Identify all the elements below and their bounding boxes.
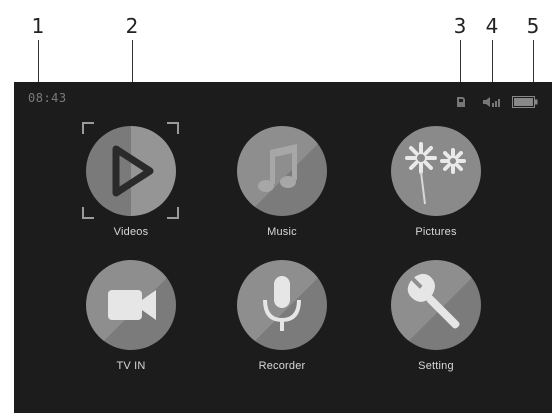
- pictures-icon-circle: [391, 126, 481, 216]
- app-videos[interactable]: Videos: [71, 126, 191, 238]
- microphone-icon: [263, 276, 301, 331]
- app-pictures[interactable]: Pictures: [376, 126, 496, 238]
- volume-icon: [483, 93, 501, 112]
- device-screen: 08:43 Videos Music Pictures TV IN Record…: [14, 82, 552, 413]
- setting-icon-circle: [391, 260, 481, 350]
- callout-5: 5: [526, 14, 540, 38]
- videos-icon-circle: [86, 126, 176, 216]
- callout-3: 3: [453, 14, 467, 38]
- play-icon: [112, 145, 154, 197]
- app-music[interactable]: Music: [222, 126, 342, 238]
- app-label-recorder: Recorder: [258, 360, 306, 372]
- app-label-setting: Setting: [418, 360, 454, 372]
- music-note-icon: [258, 144, 297, 192]
- app-recorder[interactable]: Recorder: [222, 260, 342, 372]
- wrench-icon: [407, 273, 460, 329]
- callout-1: 1: [31, 14, 45, 38]
- app-label-pictures: Pictures: [415, 226, 457, 238]
- recorder-icon-circle: [237, 260, 327, 350]
- app-label-music: Music: [267, 226, 297, 238]
- music-icon-circle: [237, 126, 327, 216]
- sd-card-icon: [456, 93, 466, 112]
- tv-in-icon-circle: [86, 260, 176, 350]
- callout-4: 4: [485, 14, 499, 38]
- callout-2: 2: [125, 14, 139, 38]
- battery-icon: [512, 93, 538, 112]
- app-label-tv-in: TV IN: [116, 360, 146, 372]
- video-camera-icon: [108, 290, 156, 320]
- flower-icon: [405, 142, 466, 205]
- app-setting[interactable]: Setting: [376, 260, 496, 372]
- status-time: 08:43: [28, 91, 67, 105]
- app-tv-in[interactable]: TV IN: [71, 260, 191, 372]
- app-label-videos: Videos: [113, 226, 149, 238]
